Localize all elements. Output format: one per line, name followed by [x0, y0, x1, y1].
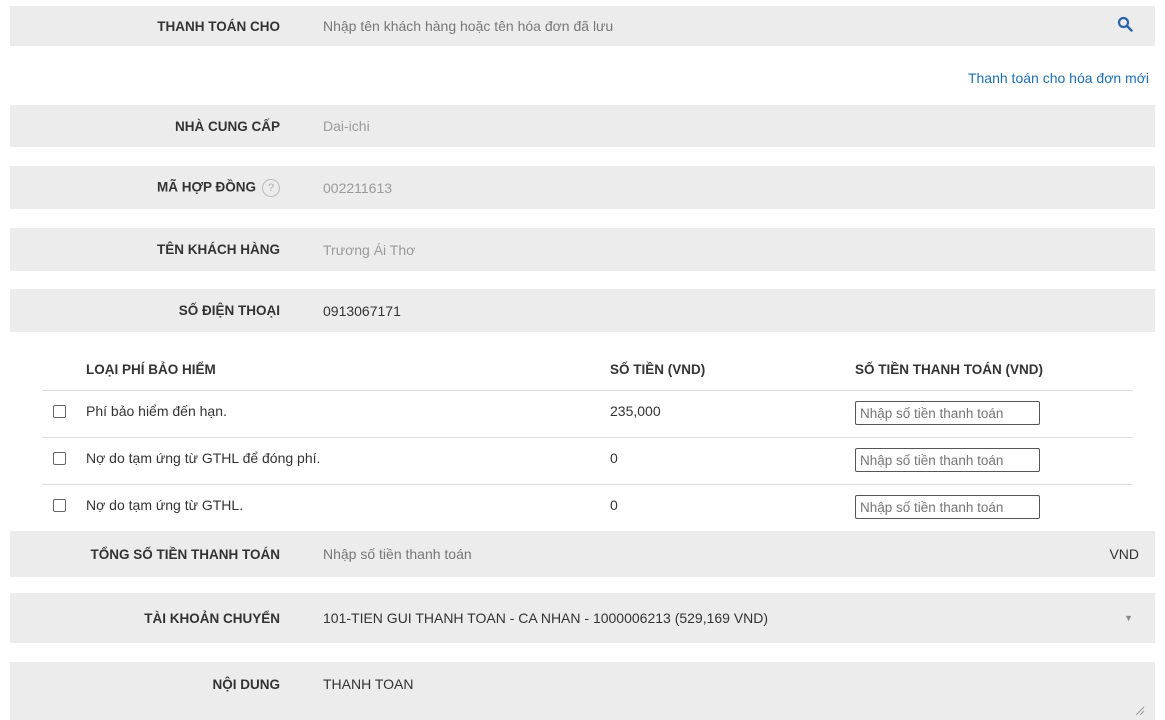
- pay-amount-input[interactable]: [855, 401, 1040, 425]
- table-row: Nợ do tạm ứng từ GTHL để đóng phí. 0: [42, 438, 1133, 485]
- contract-label: MÃ HỢP ĐỒNG: [156, 179, 256, 195]
- phone-row: SỐ ĐIỆN THOẠI 0913067171: [10, 289, 1155, 332]
- pay-for-row: THANH TOÁN CHO Nhập tên khách hàng hoặc …: [10, 6, 1155, 46]
- row-checkbox[interactable]: [53, 452, 66, 465]
- content-row: NỘI DUNG THANH TOAN: [10, 662, 1155, 720]
- customer-label: TÊN KHÁCH HÀNG: [157, 242, 280, 257]
- fee-amount: 0: [610, 497, 618, 513]
- table-row: Nợ do tạm ứng từ GTHL. 0: [42, 485, 1133, 531]
- resize-handle-icon[interactable]: [1135, 706, 1145, 716]
- content-label: NỘI DUNG: [212, 677, 281, 692]
- pay-amount-input[interactable]: [855, 448, 1040, 472]
- pay-amount-header: SỐ TIỀN THANH TOÁN (VND): [855, 362, 1043, 377]
- total-amount-input[interactable]: Nhập số tiền thanh toán: [323, 546, 1155, 562]
- total-label: TỔNG SỐ TIỀN THANH TOÁN: [90, 546, 280, 562]
- help-icon[interactable]: ?: [262, 178, 280, 197]
- search-icon[interactable]: [1117, 16, 1133, 32]
- fee-name: Phí bảo hiểm đến hạn.: [86, 403, 227, 419]
- fee-name: Nợ do tạm ứng từ GTHL.: [86, 497, 244, 513]
- provider-value: Dai-ichi: [323, 118, 370, 134]
- chevron-down-icon[interactable]: ▼: [1124, 613, 1133, 623]
- row-checkbox[interactable]: [53, 499, 66, 512]
- phone-value: 0913067171: [323, 302, 401, 319]
- new-bill-link[interactable]: Thanh toán cho hóa đơn mới: [968, 70, 1149, 86]
- content-textarea[interactable]: THANH TOAN: [323, 676, 1155, 692]
- contract-label-wrap: MÃ HỢP ĐỒNG?: [10, 178, 280, 197]
- fees-table-header: LOẠI PHÍ BẢO HIỂM SỐ TIỀN (VND) SỐ TIỀN …: [42, 352, 1133, 391]
- contract-row: MÃ HỢP ĐỒNG? 002211613: [10, 166, 1155, 209]
- provider-row: NHÀ CUNG CẤP Dai-ichi: [10, 105, 1155, 147]
- provider-label: NHÀ CUNG CẤP: [174, 118, 280, 134]
- fee-amount: 235,000: [610, 403, 661, 419]
- amount-header: SỐ TIỀN (VND): [610, 362, 706, 377]
- pay-for-label: THANH TOÁN CHO: [157, 18, 280, 34]
- account-select[interactable]: 101-TIEN GUI THANH TOAN - CA NHAN - 1000…: [323, 610, 1155, 626]
- payment-form: THANH TOÁN CHO Nhập tên khách hàng hoặc …: [0, 0, 1165, 720]
- pay-for-search-input[interactable]: Nhập tên khách hàng hoặc tên hóa đơn đã …: [323, 18, 1155, 34]
- fee-amount: 0: [610, 450, 618, 466]
- fee-type-header: LOẠI PHÍ BẢO HIỂM: [86, 362, 216, 377]
- account-row: TÀI KHOẢN CHUYỂN 101-TIEN GUI THANH TOAN…: [10, 593, 1155, 643]
- fee-name: Nợ do tạm ứng từ GTHL để đóng phí.: [86, 450, 321, 466]
- customer-value: Trương Ái Thơ: [323, 241, 416, 258]
- contract-value: 002211613: [323, 179, 393, 196]
- customer-row: TÊN KHÁCH HÀNG Trương Ái Thơ: [10, 228, 1155, 271]
- table-row: Phí bảo hiểm đến hạn. 235,000: [42, 391, 1133, 438]
- total-row: TỔNG SỐ TIỀN THANH TOÁN Nhập số tiền tha…: [10, 531, 1155, 577]
- row-checkbox[interactable]: [53, 405, 66, 418]
- phone-label: SỐ ĐIỆN THOẠI: [178, 303, 280, 318]
- pay-amount-input[interactable]: [855, 495, 1040, 519]
- currency-label: VND: [1109, 546, 1139, 562]
- account-label: TÀI KHOẢN CHUYỂN: [144, 610, 280, 626]
